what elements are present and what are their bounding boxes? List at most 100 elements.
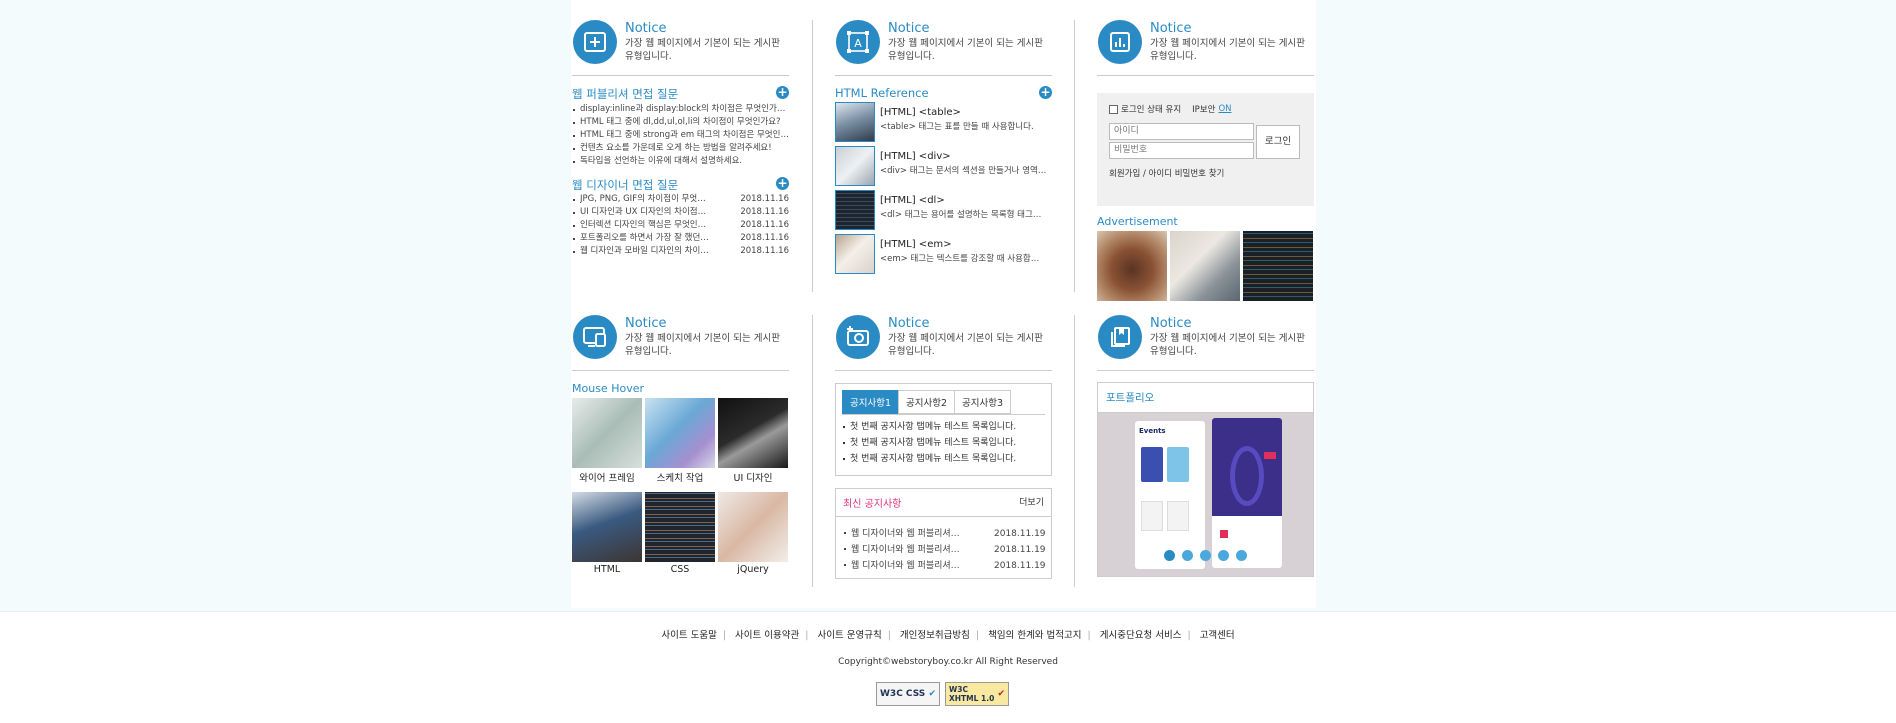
notice-header: Notice 가장 웹 페이지에서 기본이 되는 게시판 유형입니다. [1097,18,1314,76]
notice-title[interactable]: Notice [625,21,667,36]
notice-header: Notice 가장 웹 페이지에서 기본이 되는 게시판 유형입니다. [1097,313,1314,371]
list-item[interactable]: 인터렉션 디자인의 핵심은 무엇인가요? 2018.11.16 [572,219,789,232]
tab-list: 첫 번째 공지사항 탭메뉴 테스트 목록입니다. 첫 번째 공지사항 탭메뉴 테… [842,419,1045,467]
publisher-list: display:inline과 display:block의 차이점은 무엇인가… [572,103,789,168]
copyright: Copyright©webstoryboy.co.kr All Right Re… [838,657,1058,667]
list-item[interactable]: HTML 태그 중에 dl,dd,ul,ol,li의 차이점이 무엇인가요? [572,116,789,129]
hover-card[interactable]: 와이어 프레임 [572,398,642,484]
footer-link[interactable]: 사이트 운영규칙 [817,630,881,641]
notice-desc: 가장 웹 페이지에서 기본이 되는 게시판 유형입니다. [888,333,1043,357]
list-item[interactable]: 독타입을 선언하는 이유에 대해서 설명하세요. [572,155,789,168]
column-divider [812,20,813,292]
footer-link[interactable]: 사이트 도움말 [661,630,716,641]
main-container: Notice 가장 웹 페이지에서 기본이 되는 게시판 유형입니다. 웹 퍼블… [571,0,1316,608]
list-item[interactable]: 첫 번째 공지사항 탭메뉴 테스트 목록입니다. [842,451,1045,467]
w3c-xhtml-badge[interactable]: W3C XHTML 1.0 ✔ [945,682,1009,706]
list-item[interactable]: UI 디자인과 UX 디자인의 차이점은? 2018.11.16 [572,206,789,219]
slider-dot[interactable] [1182,550,1193,561]
ip-on-link[interactable]: ON [1218,104,1231,114]
ui-design-image [718,398,788,468]
jquery-image [718,492,788,562]
publisher-section: 웹 퍼블리셔 면접 질문 + display:inline과 display:bl… [572,86,789,168]
more-plus-icon[interactable]: + [1039,86,1052,99]
notice-header: A Notice 가장 웹 페이지에서 기본이 되는 게시판 유형입니다. [835,18,1052,76]
latest-notice-title: 최신 공지사항 [843,499,902,510]
list-item[interactable]: 웹 디자이너와 웹 퍼블리셔의 차이 2018.11.19 [843,542,1046,558]
phone-mockup: Events [1135,421,1205,569]
keep-login-checkbox[interactable] [1109,104,1118,114]
publisher-title[interactable]: 웹 퍼블리셔 면접 질문 [572,87,678,101]
ad-image[interactable] [1170,231,1240,301]
more-plus-icon[interactable]: + [776,177,789,190]
list-item[interactable]: 컨텐츠 요소를 가운데로 오게 하는 방법을 알려주세요! [572,142,789,155]
hover-caption: HTML [593,564,621,575]
validation-badges: W3C CSS ✔ W3C XHTML 1.0 ✔ [876,682,1009,706]
list-item[interactable]: 첫 번째 공지사항 탭메뉴 테스트 목록입니다. [842,419,1045,435]
more-plus-icon[interactable]: + [776,86,789,99]
login-button[interactable]: 로그인 [1256,125,1300,159]
bookmark-stack-icon [1098,315,1142,359]
list-item[interactable]: display:inline과 display:block의 차이점은 무엇인가… [572,103,789,116]
slider-dot[interactable] [1200,550,1211,561]
hover-card[interactable]: CSS [645,492,715,575]
reference-desc: <div> 태그는 문서의 섹션을 만들거나 영역을 나눌 때 사용합니다. [880,166,1047,176]
bar-chart-icon [1098,20,1142,64]
list-item[interactable]: 웹 디자이너와 웹 퍼블리셔의 차이 2018.11.19 [843,526,1046,542]
portfolio-box: 포트폴리오 Events [1097,382,1314,577]
w3c-css-badge[interactable]: W3C CSS ✔ [876,682,940,706]
interview-column: Notice 가장 웹 페이지에서 기본이 되는 게시판 유형입니다. 웹 퍼블… [572,18,789,258]
reference-title: [HTML] <dl> [880,195,945,206]
reference-item[interactable]: [HTML] <dl> <dl> 태그는 용어를 설명하는 목록형 태그입니다. [835,190,1052,234]
html-reference-title[interactable]: HTML Reference [835,86,929,100]
notice-title[interactable]: Notice [1150,316,1192,331]
hover-card[interactable]: 스케치 작업 [645,398,715,484]
hover-caption: CSS [670,564,690,575]
keep-login-label: 로그인 상태 유지 [1121,105,1182,115]
hover-caption: UI 디자인 [733,473,773,484]
ad-image[interactable] [1097,231,1167,301]
portfolio-title: 포트폴리오 [1098,383,1313,413]
slider-dot[interactable] [1164,550,1175,561]
css-image [645,492,715,562]
ad-images [1097,231,1314,301]
tab-notice-2[interactable]: 공지사항2 [898,390,956,414]
list-item[interactable]: 첫 번째 공지사항 탭메뉴 테스트 목록입니다. [842,435,1045,451]
notice-title[interactable]: Notice [888,316,930,331]
notice-title[interactable]: Notice [888,21,930,36]
notice-title[interactable]: Notice [1150,21,1192,36]
more-link[interactable]: 더보기 [1019,495,1044,510]
footer-link[interactable]: 게시중단요청 서비스 [1100,630,1182,641]
notice-desc: 가장 웹 페이지에서 기본이 되는 게시판 유형입니다. [1150,333,1305,357]
slider-dot[interactable] [1236,550,1247,561]
list-item[interactable]: JPG, PNG, GIF의 차이점이 무엇인가요? 2018.11.16 [572,193,789,206]
list-item[interactable]: 웹 디자이너와 웹 퍼블리셔의 차이 2018.11.19 [843,558,1046,574]
tab-notice-3[interactable]: 공지사항3 [954,390,1012,414]
portfolio-slider[interactable]: Events [1098,413,1313,576]
ad-image[interactable] [1243,231,1313,301]
id-input[interactable]: 아이디 [1109,123,1254,140]
password-input[interactable]: 비밀번호 [1109,142,1254,159]
footer-link[interactable]: 책임의 한계와 법적고지 [988,630,1081,641]
hover-card[interactable]: UI 디자인 [718,398,788,484]
reference-item[interactable]: [HTML] <em> <em> 태그는 텍스트를 강조할 때 사용합니다. [835,234,1052,278]
site-footer: 사이트 도움말 | 사이트 이용약관 | 사이트 운영규칙 | 개인정보취급방침 | 책… [0,611,1896,723]
hover-caption: 와이어 프레임 [579,473,635,484]
footer-link[interactable]: 사이트 이용약관 [735,630,799,641]
reference-item[interactable]: [HTML] <div> <div> 태그는 문서의 섹션을 만들거나 영역을 나… [835,146,1052,190]
slider-dot[interactable] [1218,550,1229,561]
footer-link[interactable]: 고객센터 [1200,630,1235,641]
list-item[interactable]: 웹 디자인과 모바일 디자인의 차이점은? 2018.11.16 [572,245,789,258]
designer-section: 웹 디자이너 면접 질문 + JPG, PNG, GIF의 차이점이 무엇인가요?… [572,177,789,258]
designer-title[interactable]: 웹 디자이너 면접 질문 [572,178,678,192]
notice-title[interactable]: Notice [625,316,667,331]
portfolio-column: Notice 가장 웹 페이지에서 기본이 되는 게시판 유형입니다. 포트폴리… [1097,313,1314,577]
footer-link[interactable]: 개인정보취급방침 [900,630,970,641]
sketch-image [645,398,715,468]
tab-notice-1[interactable]: 공지사항1 [842,390,900,414]
list-item[interactable]: HTML 태그 중에 strong과 em 태그의 차이점은 무엇인가요? [572,129,789,142]
reference-item[interactable]: [HTML] <table> <table> 태그는 표를 만들 때 사용합니다. [835,102,1052,146]
join-find-links[interactable]: 회원가입 / 아이디 비밀번호 찾기 [1109,167,1302,179]
list-item[interactable]: 포트폴리오를 하면서 가장 잘 했던 점은? 2018.11.16 [572,232,789,245]
hover-card[interactable]: jQuery [718,492,788,575]
hover-card[interactable]: HTML [572,492,642,575]
